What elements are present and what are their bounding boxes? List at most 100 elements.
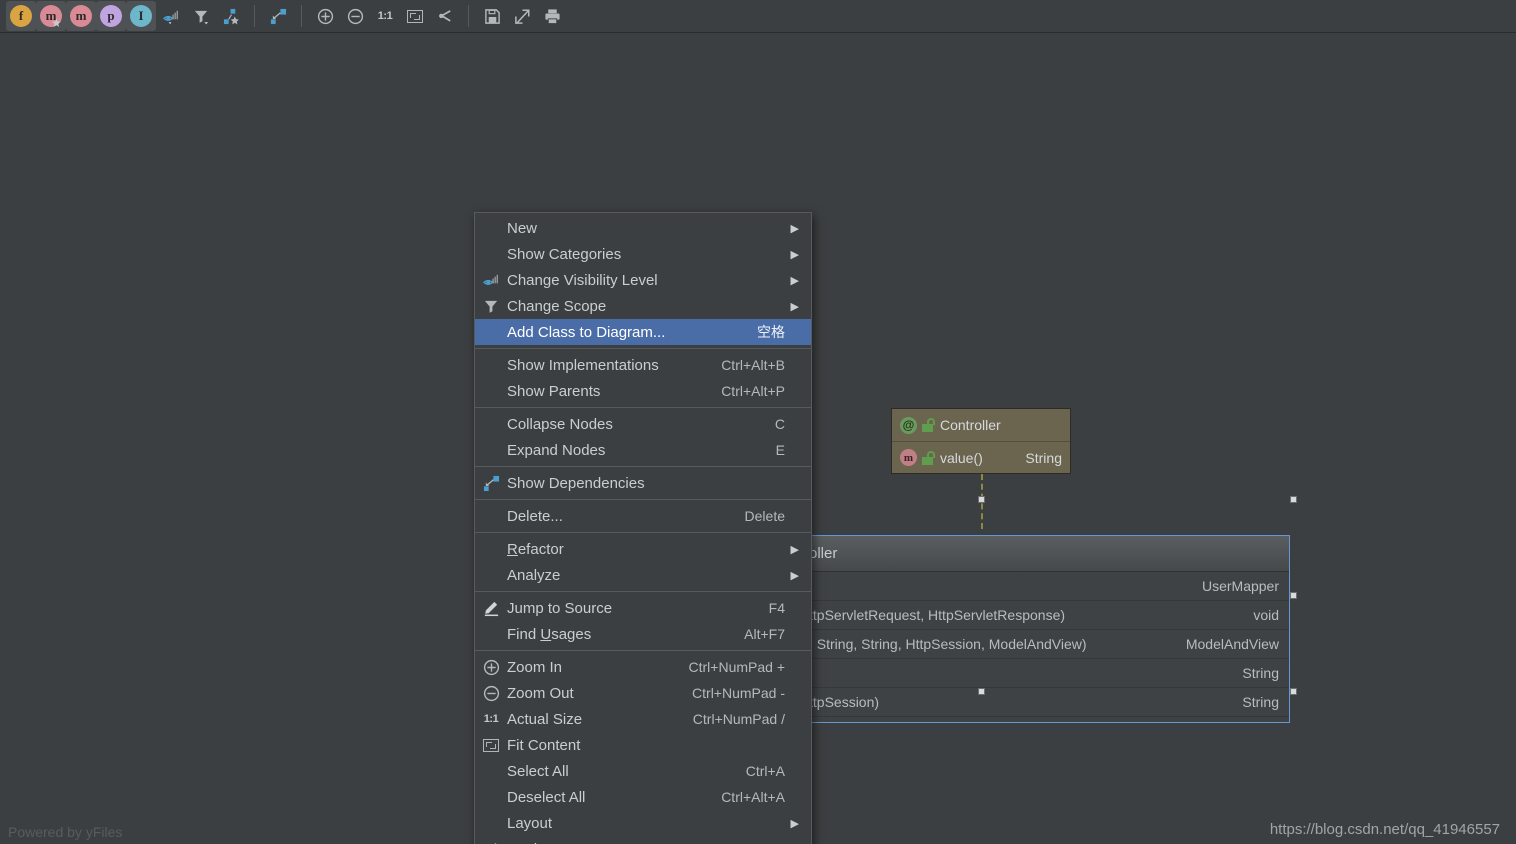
menu-item-collapse-nodes[interactable]: Collapse Nodes C: [475, 411, 811, 437]
toolbar-method-star-button[interactable]: m ★: [36, 1, 66, 31]
uml-member-row: m value() String: [892, 441, 1070, 473]
menu-item-change-scope[interactable]: Change Scope ▶: [475, 293, 811, 319]
menu-item-deselect-all[interactable]: Deselect All Ctrl+Alt+A: [475, 784, 811, 810]
menu-separator: [475, 407, 811, 408]
chevron-right-icon: ▶: [790, 300, 799, 313]
lock-open-icon: [922, 418, 935, 432]
zoom-out-icon: [483, 685, 499, 701]
menu-item-label: Show Dependencies: [507, 474, 645, 492]
selection-handle-bottom[interactable]: [978, 688, 985, 695]
menu-item-label: Deselect All: [507, 788, 586, 806]
toolbar-change-scope-button[interactable]: [186, 1, 216, 31]
toolbar-fit-content-button[interactable]: [400, 1, 430, 31]
selection-handle-top-right[interactable]: [1290, 496, 1297, 503]
uml-selected-row: , String, String, HttpSession, ModelAndV…: [799, 630, 1289, 659]
menu-separator: [475, 499, 811, 500]
uml-row-left: ttpServletRequest, HttpServletResponse): [809, 607, 1066, 623]
menu-item-layout[interactable]: Layout ▶: [475, 810, 811, 836]
star-icon: ★: [51, 16, 62, 30]
toolbar-method-button[interactable]: m: [66, 1, 96, 31]
chevron-right-icon: ▶: [790, 248, 799, 261]
uml-member-name: value(): [940, 449, 983, 466]
menu-separator: [475, 650, 811, 651]
uml-node-title-row: @ Controller: [892, 409, 1070, 441]
menu-item-show-parents[interactable]: Show Parents Ctrl+Alt+P: [475, 378, 811, 404]
fit-content-icon: [483, 738, 499, 752]
toolbar-inner-class-button[interactable]: I: [126, 1, 156, 31]
menu-icon-funnel: [475, 293, 507, 319]
menu-item-label: Apply Current Layout: [507, 841, 753, 844]
menu-item-show-categories[interactable]: Show Categories ▶: [475, 241, 811, 267]
chevron-right-icon: ▶: [790, 543, 799, 556]
menu-item-show-implementations[interactable]: Show Implementations Ctrl+Alt+B: [475, 352, 811, 378]
chevron-right-icon: ▶: [790, 817, 799, 830]
toolbar-zoom-out-button[interactable]: [340, 1, 370, 31]
actual-size-icon: 1:1: [377, 10, 393, 22]
menu-icon-placeholder: [475, 352, 507, 378]
toolbar-property-button[interactable]: p: [96, 1, 126, 31]
uml-node-title: Controller: [940, 417, 1001, 433]
menu-item-label: Layout: [507, 814, 553, 832]
uml-node-controller[interactable]: @ Controller m value() String: [891, 408, 1071, 474]
menu-item-jump-to-source[interactable]: Jump to Source F4: [475, 595, 811, 621]
toolbar-separator-1: [254, 5, 255, 27]
toolbar-add-class-button[interactable]: [216, 1, 246, 31]
uml-node-selected[interactable]: oller UserMapper ttpServletRequest, Http…: [798, 535, 1290, 723]
menu-item-refactor[interactable]: Refactor ▶: [475, 536, 811, 562]
menu-item-delete[interactable]: Delete... Delete: [475, 503, 811, 529]
export-icon: [514, 9, 529, 24]
zoom-out-icon: [347, 8, 363, 24]
menu-item-zoom-out[interactable]: Zoom Out Ctrl+NumPad -: [475, 680, 811, 706]
field-icon: f: [10, 5, 32, 27]
menu-item-select-all[interactable]: Select All Ctrl+A: [475, 758, 811, 784]
menu-item-expand-nodes[interactable]: Expand Nodes E: [475, 437, 811, 463]
toolbar-actual-size-button[interactable]: 1:1: [370, 1, 400, 31]
selection-handle-right[interactable]: [1290, 592, 1297, 599]
visibility-icon: [162, 10, 178, 24]
menu-item-zoom-in[interactable]: Zoom In Ctrl+NumPad +: [475, 654, 811, 680]
uml-selected-row: UserMapper: [799, 572, 1289, 601]
toolbar-print-button[interactable]: [537, 1, 567, 31]
toolbar-apply-layout-button[interactable]: [430, 1, 460, 31]
fit-content-icon: [407, 9, 423, 23]
menu-item-apply-current-layout[interactable]: Apply Current Layout F5: [475, 836, 811, 844]
menu-item-find-usages[interactable]: Find Usages Alt+F7: [475, 621, 811, 647]
selection-handle-top[interactable]: [978, 496, 985, 503]
selection-handle-bottom-right[interactable]: [1290, 688, 1297, 695]
menu-item-analyze[interactable]: Analyze ▶: [475, 562, 811, 588]
menu-item-show-dependencies[interactable]: Show Dependencies: [475, 470, 811, 496]
menu-icon-actual-size: 1:1: [475, 706, 507, 732]
toolbar-field-button[interactable]: f: [6, 1, 36, 31]
diagram-toolbar: f m ★ m p I 1:1: [0, 0, 1516, 33]
menu-item-label: New: [507, 219, 538, 237]
toolbar-export-button[interactable]: [507, 1, 537, 31]
menu-item-label: Actual Size: [507, 710, 583, 728]
uml-row-right: String: [1242, 694, 1279, 710]
uml-row-right: String: [1242, 665, 1279, 681]
inner-class-icon: I: [130, 5, 152, 27]
property-icon: p: [100, 5, 122, 27]
context-menu[interactable]: New ▶ Show Categories ▶ Change Visibilit…: [474, 212, 812, 844]
menu-item-fit-content[interactable]: Fit Content: [475, 732, 811, 758]
toolbar-zoom-in-button[interactable]: [310, 1, 340, 31]
floppy-icon: [484, 8, 500, 24]
menu-icon-pencil: [475, 595, 507, 621]
menu-item-new[interactable]: New ▶: [475, 215, 811, 241]
menu-icon-placeholder: [475, 411, 507, 437]
menu-icon-placeholder: [475, 503, 507, 529]
visibility-icon: [482, 274, 498, 285]
menu-item-add-class-to-diagram[interactable]: Add Class to Diagram... 空格: [475, 319, 811, 345]
toolbar-show-dependencies-button[interactable]: [263, 1, 293, 31]
toolbar-change-visibility-button[interactable]: [156, 1, 186, 31]
chevron-right-icon: ▶: [790, 222, 799, 235]
chevron-right-icon: ▶: [790, 274, 799, 287]
menu-item-shortcut: Ctrl+A: [745, 763, 785, 779]
toolbar-save-button[interactable]: [477, 1, 507, 31]
menu-item-change-visibility-level[interactable]: Change Visibility Level ▶: [475, 267, 811, 293]
menu-separator: [475, 591, 811, 592]
menu-item-actual-size[interactable]: 1:1 Actual Size Ctrl+NumPad /: [475, 706, 811, 732]
menu-item-shortcut: Ctrl+Alt+B: [721, 357, 785, 373]
menu-icon-placeholder: [475, 758, 507, 784]
menu-separator: [475, 532, 811, 533]
menu-item-shortcut: 空格: [757, 324, 785, 340]
